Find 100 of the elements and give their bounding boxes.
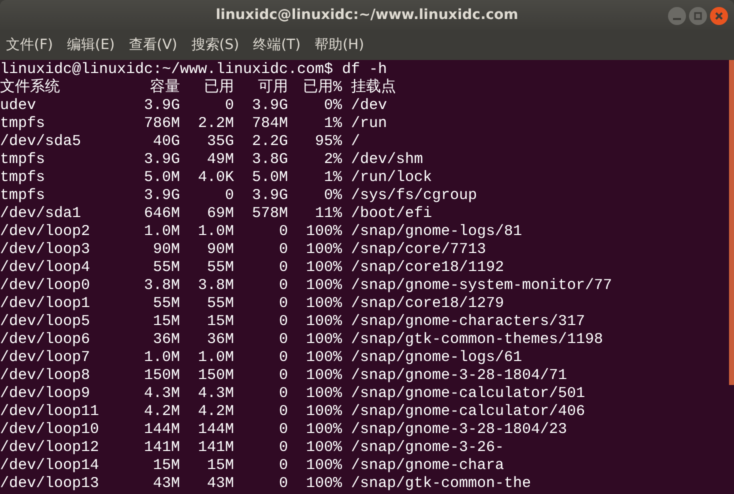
table-cell-text: 100%: [304, 331, 342, 349]
table-cell-text: 0%: [322, 187, 342, 205]
table-cell-text: 4.3M: [196, 385, 234, 403]
table-cell-text: 4.3M: [142, 385, 180, 403]
table-cell: /: [351, 133, 360, 151]
table-cell-text: 55M: [152, 259, 180, 277]
table-cell-text: 4.2M: [142, 403, 180, 421]
table-cell-text: 5.0M: [250, 169, 288, 187]
menu-item[interactable]: 编辑(E): [66, 34, 115, 56]
table-cell-text: 1%: [322, 115, 342, 133]
table-cell: /snap/gnome-logs/61: [351, 349, 522, 367]
close-icon: [715, 12, 723, 20]
table-cell-text: /dev/loop6: [0, 331, 92, 349]
table-cell-text: 11%: [314, 205, 342, 223]
table-cell-text: 55M: [206, 295, 234, 313]
table-cell-text: 100%: [304, 367, 342, 385]
table-cell: /snap/gnome-3-26-: [351, 439, 504, 457]
menu-item[interactable]: 搜索(S): [191, 34, 240, 56]
table-cell-text: 15M: [206, 457, 234, 475]
minimize-button[interactable]: [668, 7, 686, 25]
menu-item[interactable]: 帮助(H): [314, 34, 364, 56]
table-cell-text: 1.0M: [142, 349, 180, 367]
table-cell-text: 3.9G: [142, 151, 180, 169]
table-cell-text: 100%: [304, 259, 342, 277]
table-cell-text: 3.8M: [196, 277, 234, 295]
table-cell-text: 0: [278, 313, 288, 331]
menu-item[interactable]: 文件(F): [6, 34, 53, 56]
column-header: 可用: [257, 79, 288, 97]
table-cell-text: 100%: [304, 475, 342, 493]
table-cell-text: /dev/loop7: [0, 349, 92, 367]
table-cell-text: 100%: [304, 223, 342, 241]
table-cell-text: 4.0K: [196, 169, 234, 187]
table-cell-text: 55M: [206, 259, 234, 277]
table-cell-text: 3.9G: [142, 187, 180, 205]
table-cell-text: 786M: [142, 115, 180, 133]
table-cell-text: 100%: [304, 313, 342, 331]
table-cell: /snap/gnome-characters/317: [351, 313, 586, 331]
table-cell-text: 646M: [142, 205, 180, 223]
table-cell-text: 43M: [152, 475, 180, 493]
table-cell: /run: [351, 115, 388, 133]
table-cell-text: 43M: [206, 475, 234, 493]
table-cell-text: 1%: [322, 169, 342, 187]
table-cell: /boot/efi: [351, 205, 432, 223]
table-cell-text: 150M: [142, 367, 180, 385]
table-cell-text: /dev/loop3: [0, 241, 92, 259]
table-cell-text: 141M: [196, 439, 234, 457]
table-cell: /snap/gnome-calculator/406: [351, 403, 586, 421]
table-cell-text: 100%: [304, 295, 342, 313]
table-cell-text: /dev/loop8: [0, 367, 92, 385]
table-cell-text: 49M: [206, 151, 234, 169]
table-cell-text: 3.8M: [142, 277, 180, 295]
table-cell-text: /dev/loop12: [0, 439, 100, 457]
table-cell-text: /dev/loop14: [0, 457, 100, 475]
close-button[interactable]: [710, 7, 728, 25]
table-cell-text: 2%: [322, 151, 342, 169]
menu-item[interactable]: 查看(V): [128, 34, 178, 56]
table-cell: /snap/gnome-logs/81: [351, 223, 522, 241]
table-cell-text: 3.9G: [142, 97, 180, 115]
table-cell-text: 0: [278, 259, 288, 277]
table-cell: /dev: [351, 97, 388, 115]
table-cell-text: 100%: [304, 349, 342, 367]
table-cell-text: /dev/loop13: [0, 475, 100, 493]
table-cell: /snap/gnome-3-28-1804/71: [351, 367, 568, 385]
table-cell-text: /dev/loop9: [0, 385, 92, 403]
table-cell-text: 2.2M: [196, 115, 234, 133]
table-cell-text: 141M: [142, 439, 180, 457]
maximize-button[interactable]: [689, 7, 707, 25]
table-cell-text: 0: [278, 439, 288, 457]
maximize-icon: [694, 12, 702, 20]
table-cell-text: 100%: [304, 277, 342, 295]
column-header: 容量: [149, 79, 180, 97]
table-cell-text: 1.0M: [196, 349, 234, 367]
column-header: 已用: [203, 79, 234, 97]
table-cell-text: 0: [224, 97, 234, 115]
table-cell-text: 90M: [206, 241, 234, 259]
table-cell-text: 3.9G: [250, 187, 288, 205]
table-cell-text: 0: [278, 349, 288, 367]
table-cell-text: 0: [278, 385, 288, 403]
table-cell-text: tmpfs: [0, 151, 46, 169]
menu-item[interactable]: 终端(T): [253, 34, 301, 56]
column-header: 挂载点: [351, 79, 396, 97]
table-cell-text: 3.8G: [250, 151, 288, 169]
table-cell-text: udev: [0, 97, 38, 115]
table-cell-text: /dev/loop5: [0, 313, 92, 331]
column-header: 文件系统: [0, 79, 61, 97]
table-cell-text: 150M: [196, 367, 234, 385]
table-cell: /snap/core18/1192: [351, 259, 504, 277]
table-cell-text: 95%: [314, 133, 342, 151]
table-cell: /snap/gnome-calculator/501: [351, 385, 586, 403]
scrollbar-thumb[interactable]: [729, 60, 734, 385]
table-cell-text: /dev/sda5: [0, 133, 82, 151]
table-cell-text: 0%: [322, 97, 342, 115]
table-cell-text: 15M: [206, 313, 234, 331]
table-cell-text: 100%: [304, 241, 342, 259]
table-cell: /run/lock: [351, 169, 432, 187]
table-cell-text: 144M: [196, 421, 234, 439]
table-cell-text: 1.0M: [142, 223, 180, 241]
table-cell-text: 100%: [304, 403, 342, 421]
table-cell-text: 0: [278, 277, 288, 295]
table-cell: /snap/gnome-3-28-1804/23: [351, 421, 568, 439]
